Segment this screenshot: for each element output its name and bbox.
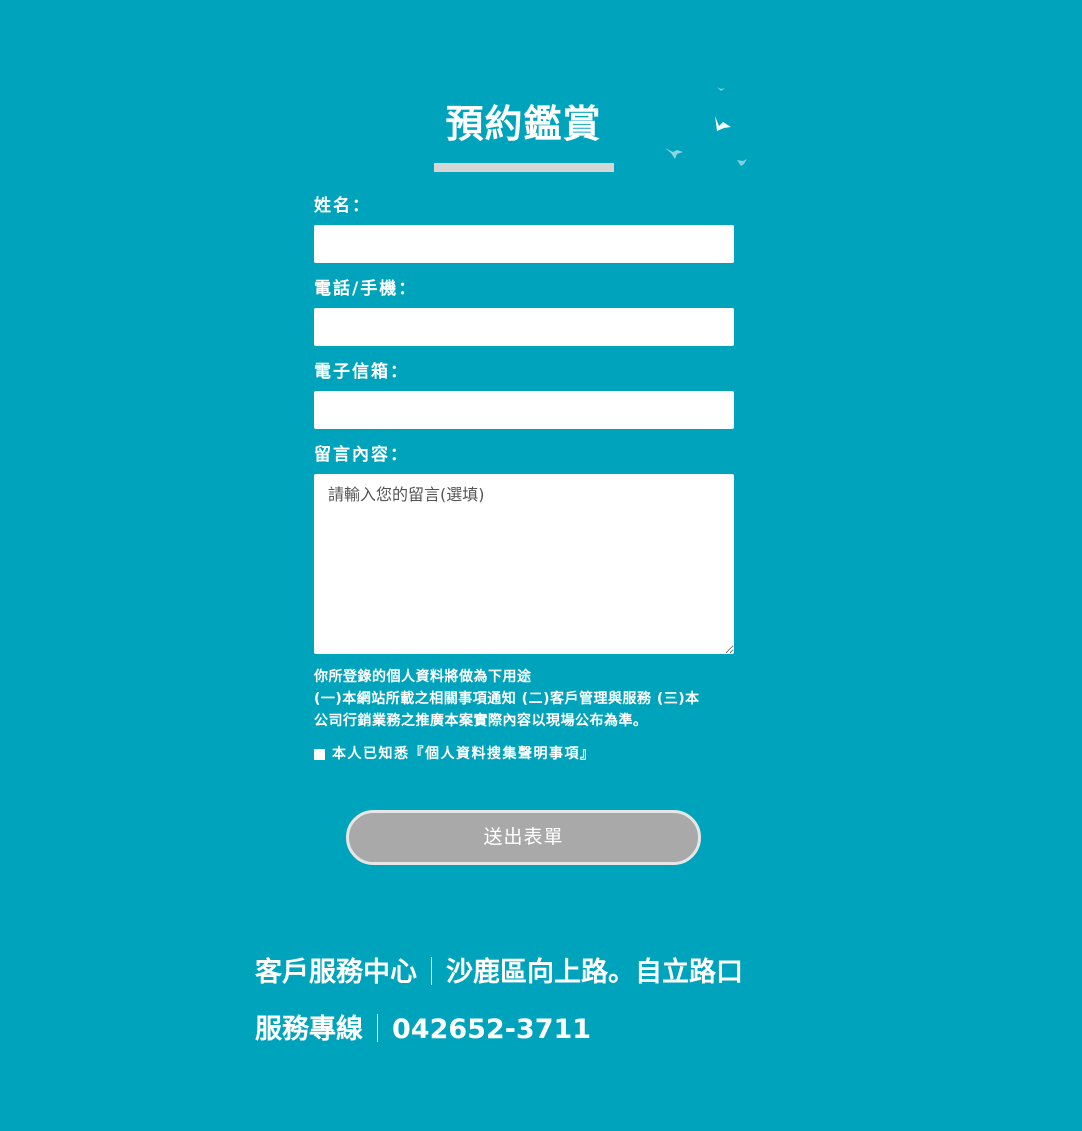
bird-icon (715, 116, 731, 131)
message-label: 留言內容： (314, 445, 409, 465)
hotline-info: 服務專線 042652-3711 (255, 1012, 591, 1048)
service-center-info: 客戶服務中心 沙鹿區向上路。自立路口 (255, 955, 743, 991)
phone-input[interactable] (314, 308, 734, 346)
consent-checkbox[interactable] (314, 748, 325, 760)
name-label: 姓名： (314, 196, 371, 216)
submit-button[interactable]: 送出表單 (346, 810, 701, 865)
birds-decoration (665, 87, 747, 166)
name-input[interactable] (314, 225, 734, 263)
bird-icon (717, 87, 725, 91)
hotline-number: 042652-3711 (392, 1014, 592, 1045)
service-center-label: 客戶服務中心 (255, 957, 417, 988)
privacy-notice-line: (一)本網站所載之相關事項通知 (二)客戶管理與服務 (三)本 (314, 691, 700, 707)
consent-checkbox-row[interactable]: 本人已知悉『個人資料搜集聲明事項』 (314, 744, 596, 764)
privacy-notice-line: 你所登錄的個人資料將做為下用途 (314, 669, 532, 685)
message-textarea[interactable] (314, 474, 734, 654)
bird-icon (737, 159, 747, 166)
consent-label: 本人已知悉『個人資料搜集聲明事項』 (332, 746, 596, 762)
divider (431, 957, 432, 985)
bird-icon (665, 148, 683, 159)
email-input[interactable] (314, 391, 734, 429)
title-underline (434, 163, 614, 172)
page-title: 預約鑑賞 (445, 102, 602, 146)
privacy-notice-line: 公司行銷業務之推廣本案實際內容以現場公布為準。 (314, 713, 648, 729)
hotline-label: 服務專線 (255, 1014, 363, 1045)
privacy-notice: 你所登錄的個人資料將做為下用途 (一)本網站所載之相關事項通知 (二)客戶管理與… (314, 666, 744, 732)
service-center-address: 沙鹿區向上路。自立路口 (446, 957, 743, 988)
divider (377, 1014, 378, 1042)
email-label: 電子信箱： (314, 362, 409, 382)
phone-label: 電話/手機： (314, 279, 418, 299)
